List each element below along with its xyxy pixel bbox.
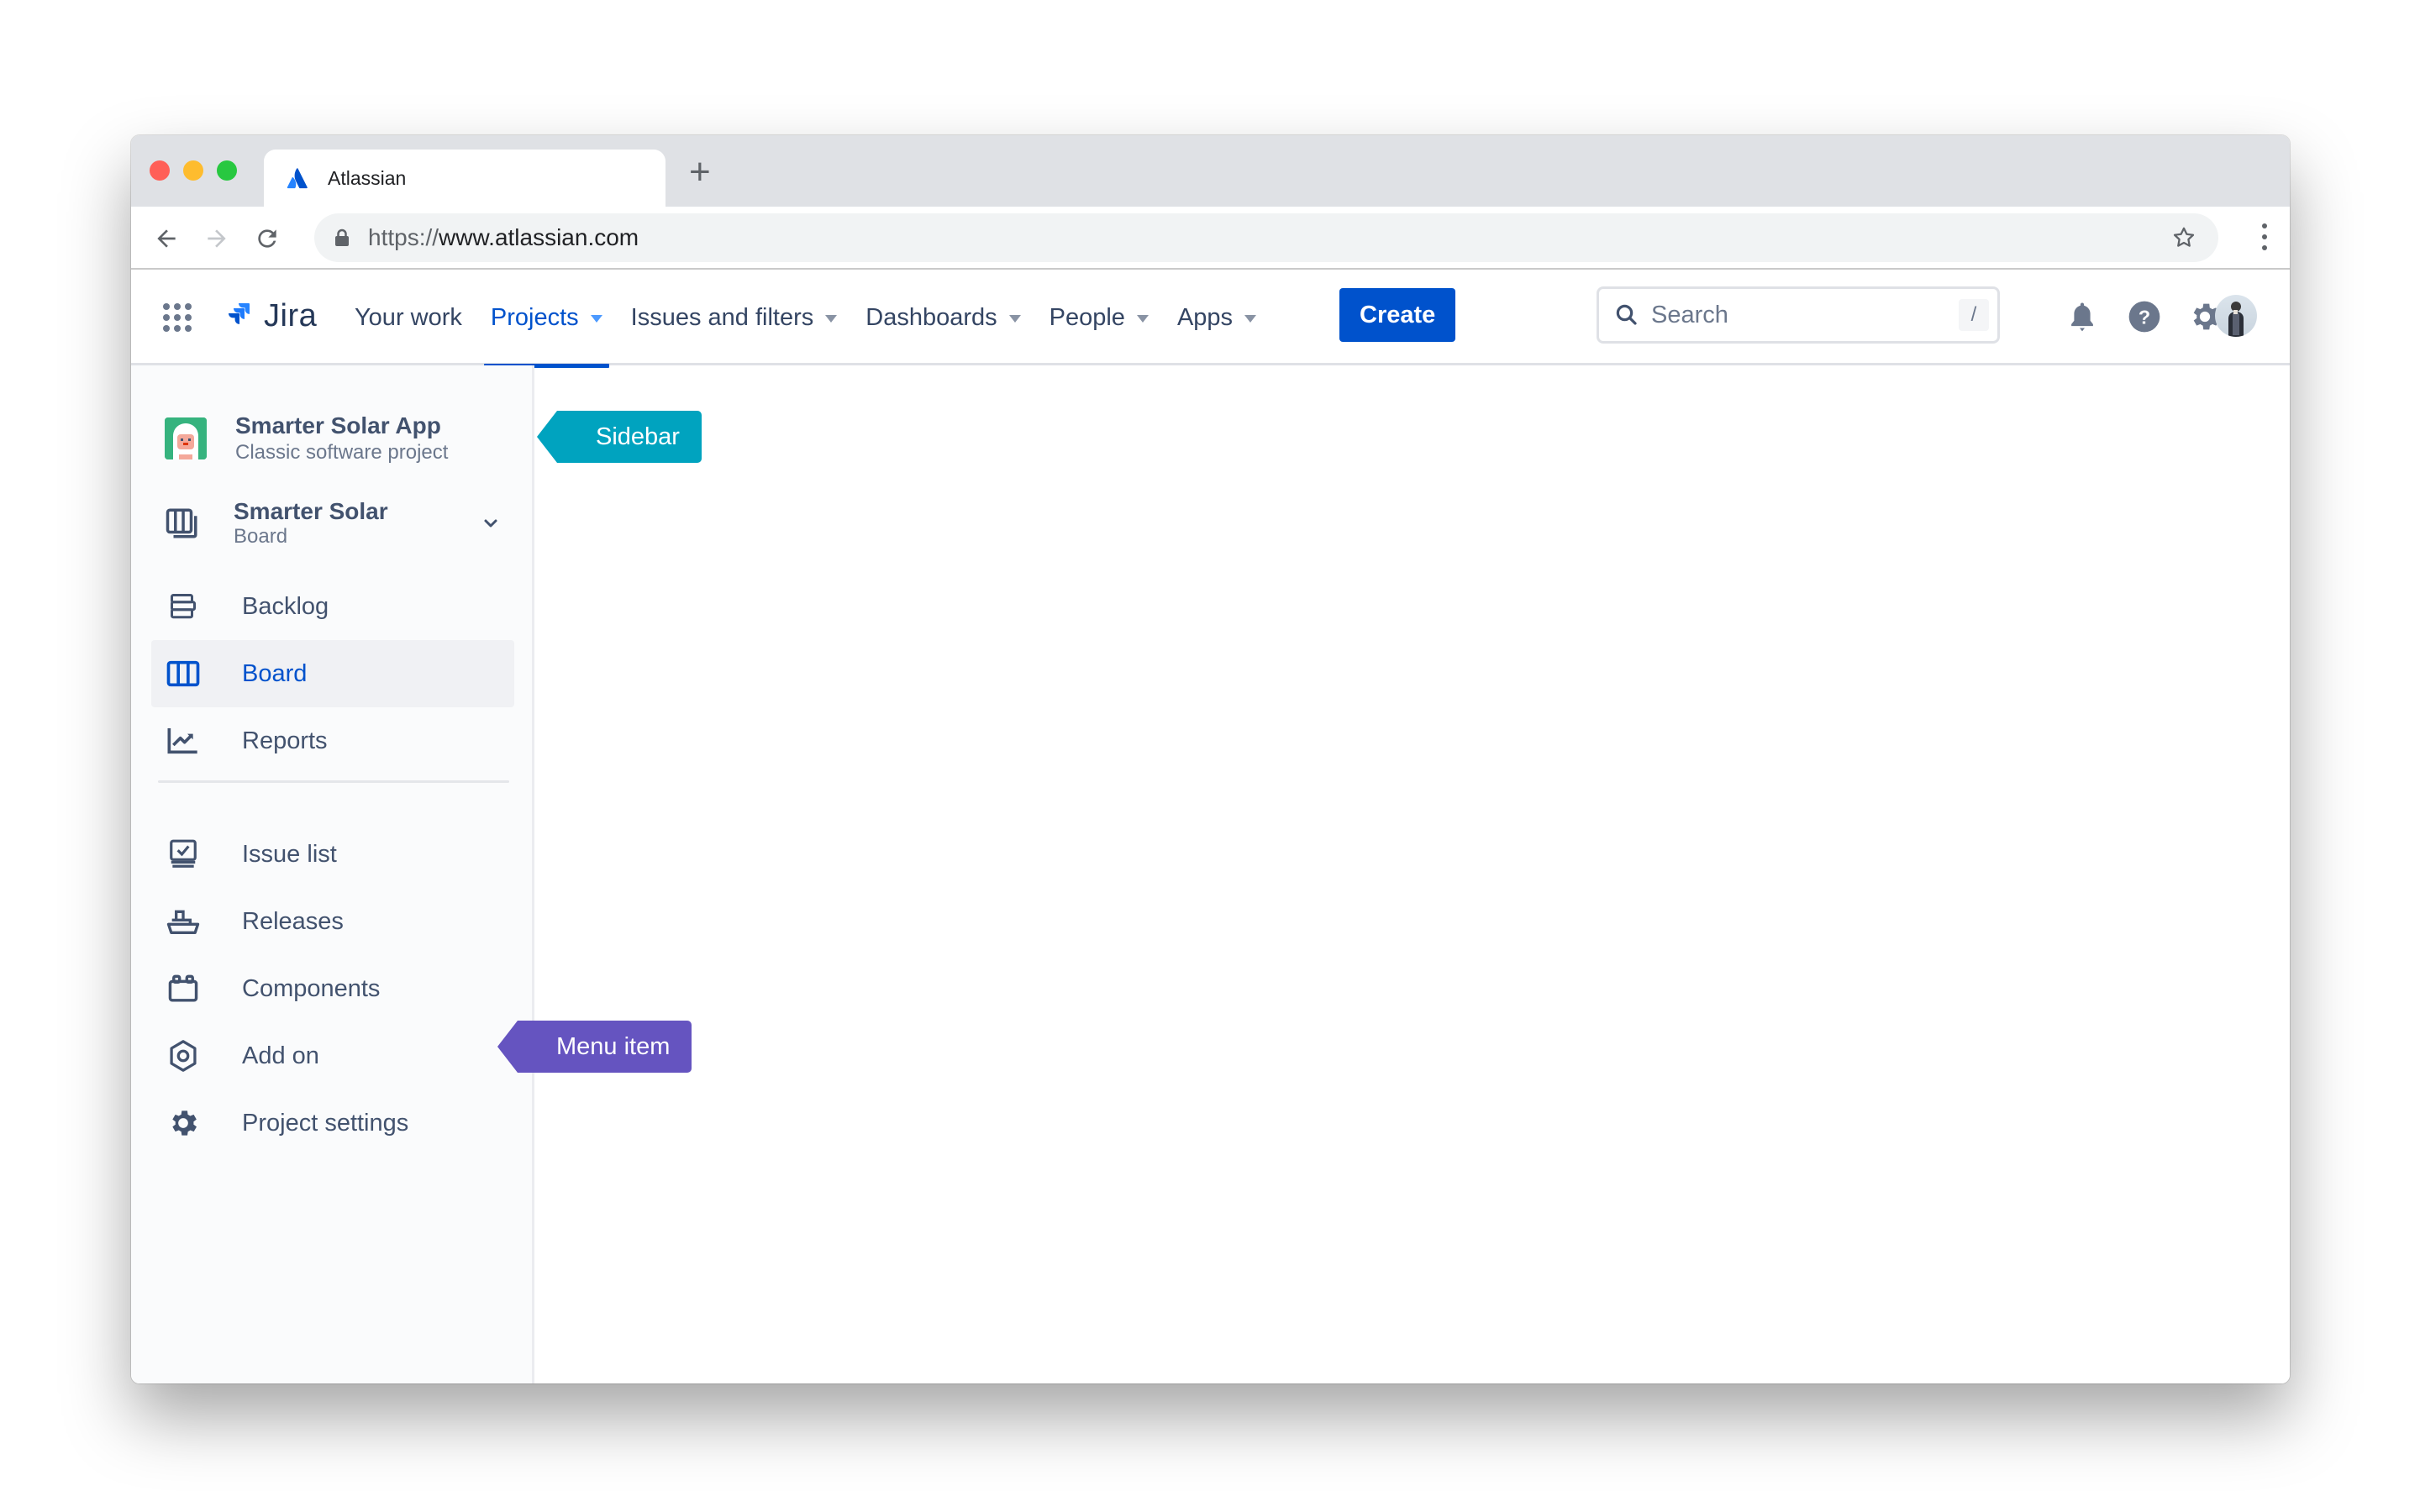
browser-tab[interactable]: Atlassian: [264, 150, 666, 207]
url-text: https://www.atlassian.com: [368, 224, 639, 250]
search-shortcut-hint: /: [1959, 299, 1989, 331]
menu-item-annotation-tag: Menu item: [497, 1021, 692, 1073]
chevron-down-icon: [825, 314, 838, 323]
releases-ship-icon: [166, 905, 200, 938]
lock-icon: [335, 228, 349, 246]
board-icon: [166, 657, 200, 690]
svg-text:?: ?: [2139, 306, 2150, 328]
sidebar-item-add-on[interactable]: Add on: [151, 1022, 514, 1089]
add-on-hexagon-icon: [166, 1039, 200, 1073]
maximize-window-button[interactable]: [217, 160, 237, 181]
sidebar-divider: [158, 780, 509, 783]
reports-icon: [166, 724, 200, 758]
components-icon: [166, 972, 200, 1005]
issue-list-icon: [166, 837, 200, 871]
notifications-bell-icon[interactable]: [2064, 298, 2101, 335]
board-selector[interactable]: Smarter Solar Board: [165, 498, 501, 549]
reload-icon: [258, 229, 276, 248]
board-selector-subtitle: Board: [234, 525, 288, 548]
nav-apps[interactable]: Apps: [1171, 270, 1263, 365]
nav-your-work[interactable]: Your work: [348, 270, 469, 365]
sidebar-item-releases[interactable]: Releases: [151, 888, 514, 955]
jira-logo-icon: [229, 302, 250, 324]
chevron-down-icon[interactable]: [481, 513, 501, 533]
forward-arrow-icon: [208, 229, 226, 248]
tab-title: Atlassian: [328, 166, 407, 189]
search-input[interactable]: Search /: [1597, 286, 2000, 344]
jira-logo[interactable]: Jira: [224, 298, 317, 334]
new-tab-button[interactable]: +: [689, 154, 711, 191]
backlog-icon: [166, 590, 200, 623]
project-avatar: [165, 417, 207, 459]
project-settings-gear-icon: [166, 1106, 200, 1140]
address-bar[interactable]: https://www.atlassian.com: [314, 213, 2218, 262]
back-arrow-icon: [157, 229, 176, 248]
nav-issues-and-filters[interactable]: Issues and filters: [624, 270, 844, 365]
reload-button[interactable]: [250, 222, 284, 255]
close-window-button[interactable]: [150, 160, 170, 181]
nav-people[interactable]: People: [1043, 270, 1155, 365]
nav-dashboards[interactable]: Dashboards: [859, 270, 1027, 365]
jira-top-navigation: Jira Your work Projects Issues and filte…: [131, 270, 2290, 368]
nav-projects[interactable]: Projects: [483, 270, 609, 368]
sidebar-item-board[interactable]: Board: [151, 640, 514, 707]
browser-toolbar: https://www.atlassian.com: [131, 207, 2290, 270]
secondary-nav-list: Issue list Releases Components Add on Pr…: [151, 821, 514, 1157]
app-switcher-icon[interactable]: [163, 303, 192, 332]
kebab-menu-icon[interactable]: [2260, 223, 2270, 250]
primary-nav: Your work Projects Issues and filters Da…: [348, 270, 1278, 368]
primary-nav-list: Backlog Board Reports: [151, 573, 514, 774]
chevron-down-icon: [590, 314, 602, 323]
chevron-down-icon: [1008, 314, 1021, 323]
minimize-window-button[interactable]: [183, 160, 203, 181]
project-type: Classic software project: [235, 441, 449, 464]
sidebar-item-project-settings[interactable]: Project settings: [151, 1089, 514, 1157]
help-icon[interactable]: ?: [2126, 298, 2163, 335]
sidebar-item-components[interactable]: Components: [151, 955, 514, 1022]
back-button[interactable]: [150, 222, 183, 255]
jira-wordmark: Jira: [264, 298, 318, 333]
project-header[interactable]: Smarter Solar App Classic software proje…: [165, 412, 448, 465]
sidebar-annotation-tag: Sidebar: [537, 411, 702, 463]
atlassian-logo-icon: [287, 168, 308, 189]
window-controls: [150, 160, 237, 181]
forward-button[interactable]: [200, 222, 234, 255]
board-selector-title: Smarter Solar: [234, 498, 388, 524]
project-sidebar: Smarter Solar App Classic software proje…: [131, 365, 534, 1383]
chevron-down-icon: [1244, 314, 1257, 323]
user-avatar[interactable]: [2215, 295, 2257, 337]
main-content: [537, 368, 2290, 1383]
board-selector-icon: [166, 508, 197, 538]
browser-window: Atlassian + https://www.atlassian.com Ji…: [131, 135, 2290, 1383]
create-button[interactable]: Create: [1339, 288, 1456, 342]
project-name: Smarter Solar App: [235, 412, 441, 438]
sidebar-item-issue-list[interactable]: Issue list: [151, 821, 514, 888]
sidebar-item-backlog[interactable]: Backlog: [151, 573, 514, 640]
sidebar-item-reports[interactable]: Reports: [151, 707, 514, 774]
bookmark-star-icon[interactable]: [2171, 225, 2196, 250]
chevron-down-icon: [1136, 314, 1149, 323]
search-icon: [1616, 304, 1637, 325]
browser-tab-strip: Atlassian +: [131, 135, 2290, 207]
